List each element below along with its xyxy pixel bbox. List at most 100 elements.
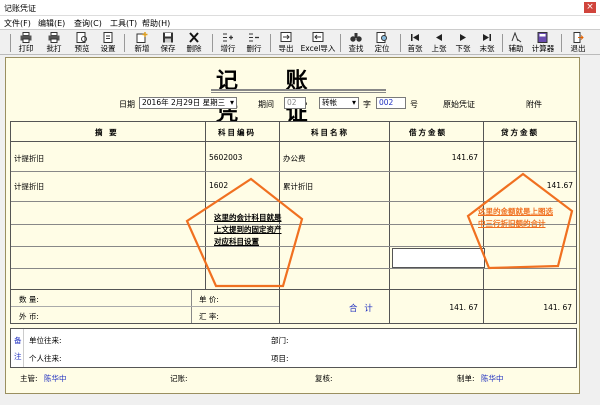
- toolbar-separator: [340, 34, 341, 52]
- personal-contact-label: 个人往来:: [29, 354, 62, 363]
- first-icon: [411, 34, 419, 41]
- maker-label: 制单:: [457, 374, 475, 383]
- unit-price-label: 单 价:: [199, 295, 219, 304]
- total-label: 合 计: [349, 304, 375, 314]
- toolbar-separator: [270, 34, 271, 52]
- title-underline: [211, 92, 386, 93]
- assist-button[interactable]: 辅助: [505, 31, 527, 55]
- supervisor-label: 主管:: [20, 374, 38, 383]
- bookkeeper-label: 记账:: [170, 374, 188, 383]
- excel-import-icon: [312, 32, 324, 42]
- column-divider: [483, 290, 484, 323]
- notes-panel: 备 注 单位往来: 部门: 个人往来: 项目:: [10, 328, 577, 368]
- toolbar-separator: [400, 34, 401, 52]
- window-title: 记账凭证: [4, 4, 36, 13]
- left-annotation-text: 这里的会计科目就是 上文提到的固定资产 对应科目设置: [214, 213, 282, 246]
- exit-icon: [573, 32, 584, 43]
- title-underline: [211, 89, 386, 91]
- add-icon: [136, 32, 148, 43]
- locate-button[interactable]: 定位: [370, 31, 394, 55]
- prev-button[interactable]: 上张: [428, 31, 450, 55]
- reviewer-label: 复核:: [315, 374, 333, 383]
- number-suffix: 号: [410, 100, 418, 109]
- menu-bar: 文件(F) 编辑(E) 查询(C) 工具(T) 帮助(H): [0, 16, 600, 29]
- maker-name: 陈华中: [481, 374, 504, 383]
- voucher-type-select[interactable]: 转帐: [319, 97, 359, 109]
- debit-total: 141. 67: [449, 303, 478, 312]
- credit-total: 141. 67: [543, 303, 572, 312]
- right-annotation-text: 这里的金额就是上图选 中三行折旧额的合计: [478, 207, 553, 228]
- toolbar-separator: [502, 34, 503, 52]
- exit-button[interactable]: 退出: [566, 31, 590, 55]
- toolbar-separator: [212, 34, 213, 52]
- menu-file[interactable]: 文件(F): [4, 18, 31, 29]
- signature-row: 主管: 陈华中 记账: 复核: 制单: 陈华中: [10, 370, 577, 390]
- original-voucher-label: 原始凭证: [443, 100, 475, 109]
- supervisor-name: 陈华中: [44, 374, 67, 383]
- delete-row-button[interactable]: 删行: [242, 31, 266, 55]
- title-bar: 记账凭证 ×: [0, 0, 600, 16]
- delete-icon: [189, 32, 199, 43]
- binoculars-icon: [350, 33, 362, 42]
- menu-tools[interactable]: 工具(T): [110, 18, 137, 29]
- exchange-rate-label: 汇 率:: [199, 312, 219, 321]
- column-divider: [389, 290, 390, 323]
- unit-contact-label: 单位往来:: [29, 336, 62, 345]
- totals-row: 数 量: 单 价: 外 币: 汇 率: 合 计 141. 67 141. 67: [10, 290, 577, 324]
- department-label: 部门:: [271, 336, 289, 345]
- prev-icon: [436, 34, 442, 41]
- number-label: 字: [363, 100, 371, 109]
- calculator-button[interactable]: 计算器: [528, 31, 558, 55]
- menu-edit[interactable]: 编辑(E): [38, 18, 65, 29]
- toolbar-separator: [561, 34, 562, 52]
- notes-divider: [23, 329, 24, 367]
- menu-query[interactable]: 查询(C): [74, 18, 102, 29]
- export-button[interactable]: 导出: [274, 31, 298, 55]
- toolbar-separator: [10, 34, 11, 52]
- next-icon: [460, 34, 466, 41]
- voucher-number-field[interactable]: 002: [376, 97, 406, 109]
- delete-row-icon: [249, 33, 259, 42]
- project-label: 项目:: [271, 354, 289, 363]
- voucher-panel: 记 账 凭 证 日期 2016年 2月29日 星期三 期间 02 转帐 字 00…: [5, 57, 580, 394]
- quantity-label: 数 量:: [19, 295, 39, 304]
- column-divider: [279, 290, 280, 323]
- notes-side-label: 注: [14, 352, 22, 361]
- date-picker[interactable]: 2016年 2月29日 星期三: [139, 97, 237, 109]
- printer-icon: [20, 32, 32, 43]
- last-button[interactable]: 末张: [476, 31, 498, 55]
- export-icon: [280, 32, 292, 42]
- add-button[interactable]: 新增: [130, 31, 154, 55]
- preview-button[interactable]: 预览: [70, 31, 94, 55]
- delete-button[interactable]: 删除: [182, 31, 206, 55]
- preview-icon: [76, 32, 87, 43]
- period-label: 期间: [258, 100, 274, 109]
- period-field[interactable]: 02: [284, 97, 306, 109]
- notes-side-label: 备: [14, 336, 22, 345]
- print-button[interactable]: 打印: [14, 31, 38, 55]
- batch-print-button[interactable]: 批打: [42, 31, 66, 55]
- insert-row-icon: [223, 33, 233, 42]
- menu-help[interactable]: 帮助(H): [142, 18, 170, 29]
- save-icon: [163, 32, 173, 43]
- batch-print-icon: [48, 32, 60, 43]
- insert-row-button[interactable]: 增行: [216, 31, 240, 55]
- page-setup-icon: [103, 32, 113, 43]
- toolbar-separator: [124, 34, 125, 52]
- last-icon: [483, 34, 491, 41]
- assist-icon: [511, 32, 522, 43]
- foreign-currency-label: 外 币:: [19, 312, 39, 321]
- first-button[interactable]: 首张: [404, 31, 426, 55]
- locate-icon: [376, 32, 387, 43]
- save-button[interactable]: 保存: [156, 31, 180, 55]
- find-button[interactable]: 查找: [344, 31, 368, 55]
- row-divider: [11, 306, 279, 307]
- entries-table: 摘 要 科目编码 科目名称 借方金额 贷方金额 计提折旧 5602003 办公费…: [10, 121, 577, 290]
- toolbar: 打印 批打 预览 设置 新增 保存 删除 增行 删行 导出 Excel导入 查找…: [0, 29, 600, 55]
- settings-button[interactable]: 设置: [96, 31, 120, 55]
- next-button[interactable]: 下张: [452, 31, 474, 55]
- excel-import-button[interactable]: Excel导入: [300, 31, 336, 55]
- close-button[interactable]: ×: [584, 2, 596, 13]
- date-label: 日期: [119, 100, 135, 109]
- calculator-icon: [537, 32, 548, 43]
